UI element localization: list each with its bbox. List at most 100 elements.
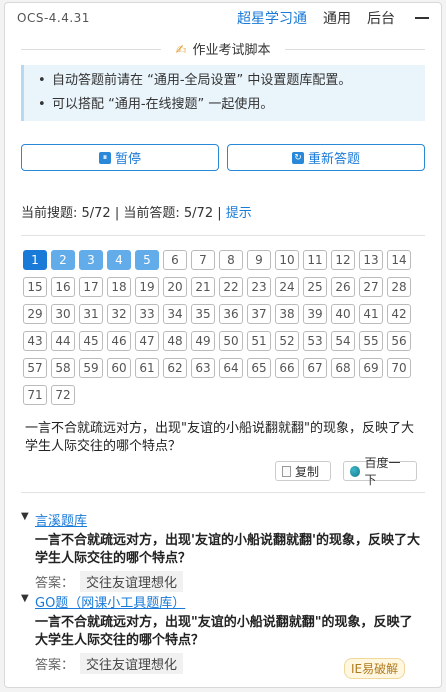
question-number-22[interactable]: 22 (219, 277, 243, 297)
question-number-26[interactable]: 26 (331, 277, 355, 297)
question-number-47[interactable]: 47 (135, 331, 159, 351)
question-number-37[interactable]: 37 (247, 304, 271, 324)
question-number-27[interactable]: 27 (359, 277, 383, 297)
question-number-64[interactable]: 64 (219, 358, 243, 378)
nav-chaoxing[interactable]: 超星学习通 (237, 8, 307, 28)
question-number-61[interactable]: 61 (135, 358, 159, 378)
question-number-34[interactable]: 34 (163, 304, 187, 324)
question-number-7[interactable]: 7 (191, 250, 215, 270)
question-number-29[interactable]: 29 (23, 304, 47, 324)
question-number-53[interactable]: 53 (303, 331, 327, 351)
top-nav: 超星学习通 通用 后台 (221, 8, 429, 28)
question-number-32[interactable]: 32 (107, 304, 131, 324)
question-number-20[interactable]: 20 (163, 277, 187, 297)
question-number-52[interactable]: 52 (275, 331, 299, 351)
question-number-50[interactable]: 50 (219, 331, 243, 351)
question-number-57[interactable]: 57 (23, 358, 47, 378)
question-number-56[interactable]: 56 (387, 331, 411, 351)
collapse-triangle-icon[interactable]: ▼ (21, 593, 29, 604)
answer-progress: 当前答题: 5/72 (123, 206, 214, 221)
question-number-31[interactable]: 31 (79, 304, 103, 324)
question-number-35[interactable]: 35 (191, 304, 215, 324)
result-source[interactable]: 言溪题库 (35, 510, 425, 529)
question-number-6[interactable]: 6 (163, 250, 187, 270)
question-number-43[interactable]: 43 (23, 331, 47, 351)
question-number-4[interactable]: 4 (107, 250, 131, 270)
question-number-19[interactable]: 19 (135, 277, 159, 297)
title-divider-right (285, 49, 425, 50)
question-number-28[interactable]: 28 (387, 277, 411, 297)
question-number-40[interactable]: 40 (331, 304, 355, 324)
question-number-62[interactable]: 62 (163, 358, 187, 378)
question-number-48[interactable]: 48 (163, 331, 187, 351)
question-number-16[interactable]: 16 (51, 277, 75, 297)
question-number-51[interactable]: 51 (247, 331, 271, 351)
question-number-38[interactable]: 38 (275, 304, 299, 324)
baidu-search-button[interactable]: 百度一下 (343, 456, 417, 487)
question-number-44[interactable]: 44 (51, 331, 75, 351)
question-number-1[interactable]: 1 (23, 250, 47, 270)
notice-item: 可以搭配 “通用-在线搜题” 一起使用。 (38, 93, 425, 117)
question-number-54[interactable]: 54 (331, 331, 355, 351)
question-number-18[interactable]: 18 (107, 277, 131, 297)
script-panel: OCS-4.4.31 超星学习通 通用 后台 ✍作业考试脚本 自动答题前请在 “… (4, 2, 442, 688)
question-number-33[interactable]: 33 (135, 304, 159, 324)
question-number-63[interactable]: 63 (191, 358, 215, 378)
redo-button[interactable]: ↻ 重新答题 (227, 144, 425, 171)
question-number-70[interactable]: 70 (387, 358, 411, 378)
question-number-42[interactable]: 42 (387, 304, 411, 324)
question-number-12[interactable]: 12 (331, 250, 355, 270)
question-number-41[interactable]: 41 (359, 304, 383, 324)
question-number-71[interactable]: 71 (23, 385, 47, 405)
question-number-13[interactable]: 13 (359, 250, 383, 270)
question-number-46[interactable]: 46 (107, 331, 131, 351)
question-number-3[interactable]: 3 (79, 250, 103, 270)
question-number-66[interactable]: 66 (275, 358, 299, 378)
watermark-logo: IE易破解 (344, 658, 406, 679)
question-number-2[interactable]: 2 (51, 250, 75, 270)
divider (21, 492, 425, 493)
question-number-67[interactable]: 67 (303, 358, 327, 378)
question-number-17[interactable]: 17 (79, 277, 103, 297)
question-number-9[interactable]: 9 (247, 250, 271, 270)
question-number-45[interactable]: 45 (79, 331, 103, 351)
hint-link[interactable]: 提示 (226, 206, 252, 221)
question-number-65[interactable]: 65 (247, 358, 271, 378)
section-title: ✍ 作业考试脚本 (5, 39, 441, 59)
panel-header: OCS-4.4.31 超星学习通 通用 后台 (5, 3, 441, 35)
separator: | (217, 206, 222, 221)
question-number-30[interactable]: 30 (51, 304, 75, 324)
question-number-24[interactable]: 24 (275, 277, 299, 297)
question-number-15[interactable]: 15 (23, 277, 47, 297)
question-number-49[interactable]: 49 (191, 331, 215, 351)
question-number-11[interactable]: 11 (303, 250, 327, 270)
question-number-21[interactable]: 21 (191, 277, 215, 297)
result-question: 一言不合就疏远对方，出现"友谊的小船说翻就翻"的现象，反映了大学生人际交往的哪个… (35, 615, 413, 648)
minimize-icon[interactable] (415, 17, 429, 19)
question-number-55[interactable]: 55 (359, 331, 383, 351)
pause-button[interactable]: ⏸ 暂停 (21, 144, 219, 171)
question-number-25[interactable]: 25 (303, 277, 327, 297)
question-number-23[interactable]: 23 (247, 277, 271, 297)
result-source[interactable]: GO题（网课小工具题库） (35, 592, 425, 611)
nav-general[interactable]: 通用 (323, 8, 351, 28)
result-answer: 答案： 交往友谊理想化 (35, 571, 425, 592)
question-number-58[interactable]: 58 (51, 358, 75, 378)
question-number-39[interactable]: 39 (303, 304, 327, 324)
copy-button[interactable]: 复制 (275, 461, 331, 481)
separator: | (114, 206, 120, 221)
question-number-68[interactable]: 68 (331, 358, 355, 378)
question-number-36[interactable]: 36 (219, 304, 243, 324)
nav-backend[interactable]: 后台 (367, 8, 395, 28)
divider (21, 235, 425, 236)
question-number-14[interactable]: 14 (387, 250, 411, 270)
question-number-59[interactable]: 59 (79, 358, 103, 378)
question-number-72[interactable]: 72 (51, 385, 75, 405)
search-progress: 当前搜题: 5/72 (21, 206, 111, 221)
question-number-5[interactable]: 5 (135, 250, 159, 270)
question-number-8[interactable]: 8 (219, 250, 243, 270)
question-number-69[interactable]: 69 (359, 358, 383, 378)
question-number-60[interactable]: 60 (107, 358, 131, 378)
collapse-triangle-icon[interactable]: ▼ (21, 511, 29, 522)
question-number-10[interactable]: 10 (275, 250, 299, 270)
